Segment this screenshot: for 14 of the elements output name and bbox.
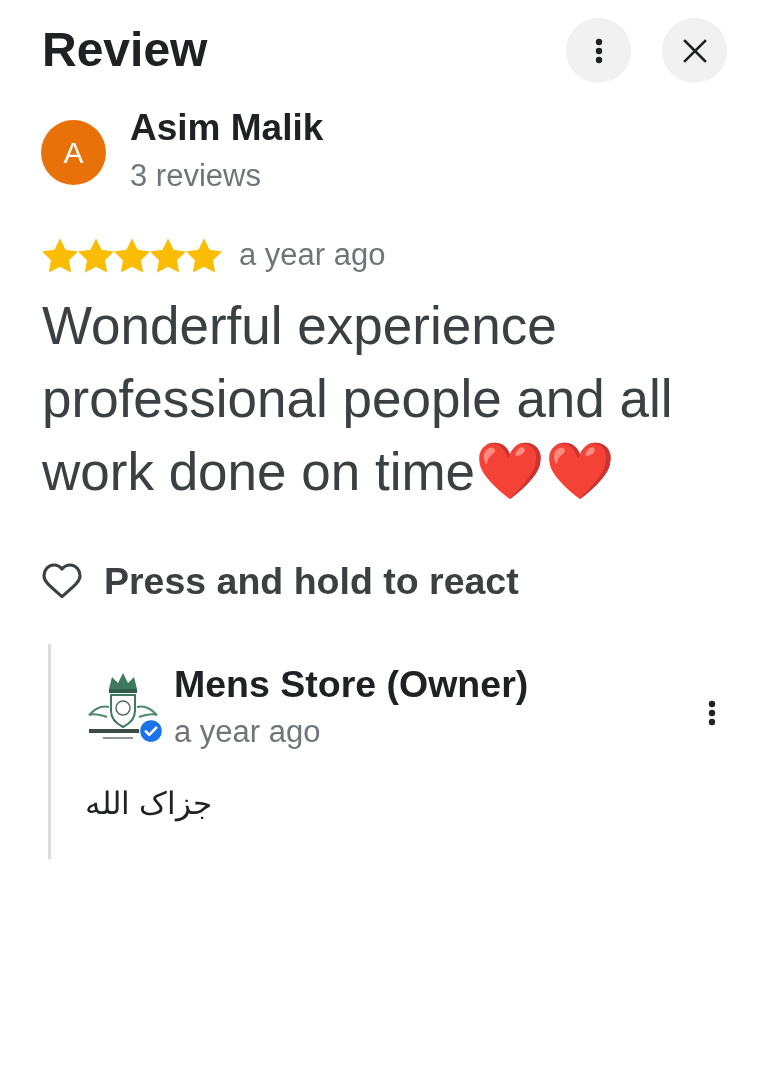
review-text: Wonderful experience professional people and all work done on time❤❤ (42, 295, 674, 505)
heart-outline-icon (42, 563, 82, 599)
reply-text: جزاک الله (85, 785, 212, 824)
panel-title: Review (42, 24, 208, 77)
owner-name[interactable]: Mens Store (Owner) (174, 660, 529, 708)
review-time: a year ago (239, 236, 386, 274)
react-button[interactable]: Press and hold to react (42, 561, 519, 601)
more-vert-icon (594, 37, 603, 64)
more-vert-icon (708, 700, 716, 726)
reply-time: a year ago (174, 713, 322, 751)
review-count: 3 reviews (130, 157, 262, 195)
close-icon (682, 38, 707, 63)
reviewer-name[interactable]: Asim Malik (130, 104, 324, 152)
avatar-initial: A (41, 119, 106, 185)
